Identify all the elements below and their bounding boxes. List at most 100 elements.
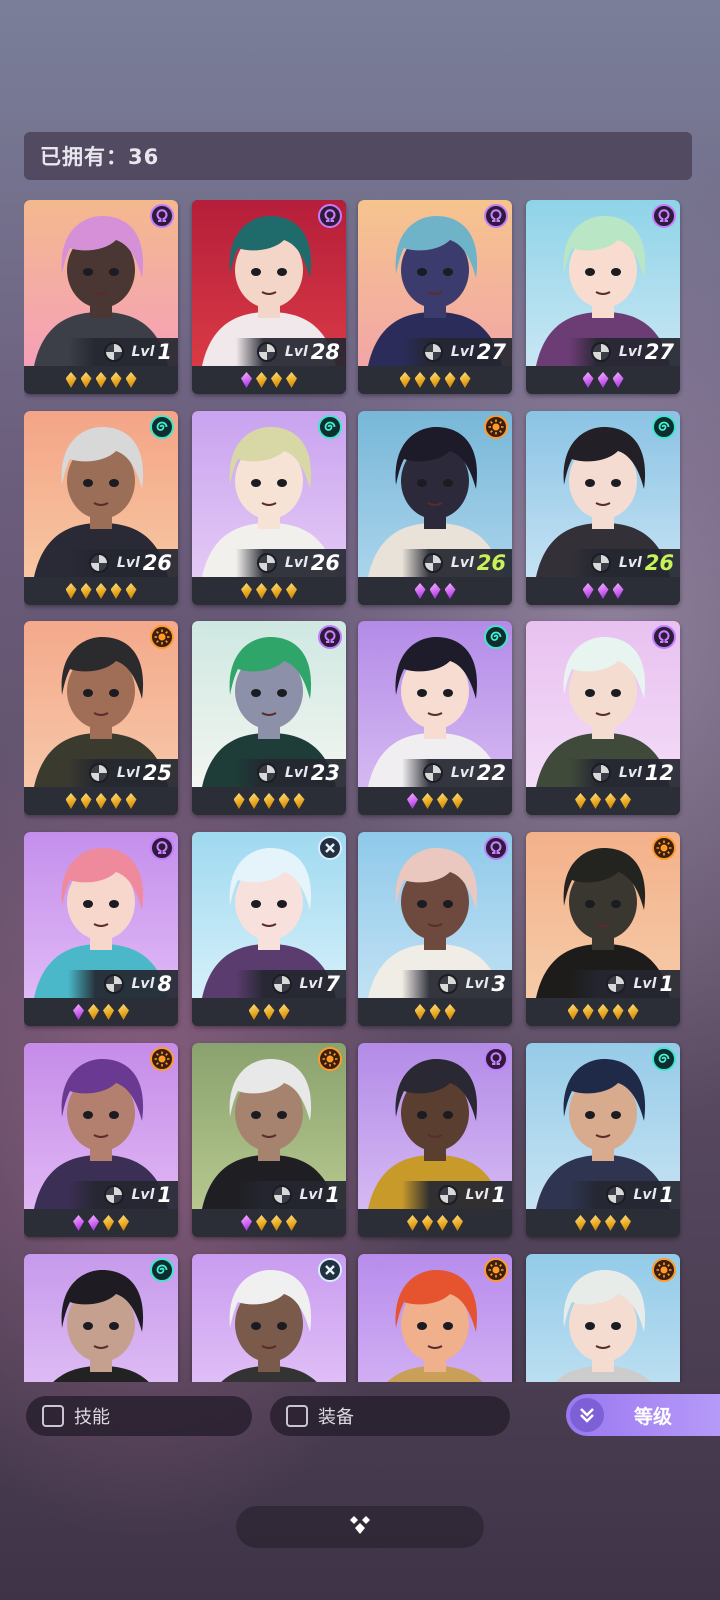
- level-value: 22: [476, 761, 506, 785]
- level-strip: Lvl 28: [236, 338, 346, 366]
- hero-card[interactable]: Lvl 28: [192, 200, 346, 394]
- star-gems: [358, 366, 512, 394]
- sort-by-level-button[interactable]: 等级: [566, 1394, 720, 1436]
- hero-card[interactable]: Lvl 8: [24, 832, 178, 1026]
- level-label: Lvl: [299, 1187, 323, 1203]
- hero-card[interactable]: Lvl 3: [358, 832, 512, 1026]
- level-strip: Lvl 26: [570, 549, 680, 577]
- gold-gem-icon: [271, 1215, 282, 1231]
- level-label: Lvl: [131, 1187, 155, 1203]
- star-gems: [526, 1209, 680, 1237]
- hero-card[interactable]: [24, 1254, 178, 1382]
- star-gems: [192, 998, 346, 1026]
- star-gems: [24, 577, 178, 605]
- hero-card[interactable]: Lvl 1: [526, 1043, 680, 1237]
- hero-card[interactable]: Lvl 1: [24, 1043, 178, 1237]
- hero-card[interactable]: Lvl 27: [358, 200, 512, 394]
- cross-icon: [318, 836, 342, 860]
- star-gems: [24, 366, 178, 394]
- star-gems: [526, 366, 680, 394]
- hero-card[interactable]: Lvl 22: [358, 621, 512, 815]
- level-strip: Lvl 1: [402, 1181, 512, 1209]
- hero-card[interactable]: Lvl 1: [192, 1043, 346, 1237]
- hero-card[interactable]: Lvl 27: [526, 200, 680, 394]
- level-value: 7: [325, 972, 340, 996]
- gold-gem-icon: [95, 793, 107, 809]
- sun-icon: [150, 625, 174, 649]
- gold-gem-icon: [597, 1004, 609, 1020]
- gold-gem-icon: [256, 372, 267, 388]
- star-gems: [192, 1209, 346, 1237]
- level-label: Lvl: [284, 765, 308, 781]
- gold-gem-icon: [414, 372, 426, 388]
- purple-gem-icon: [407, 793, 418, 809]
- level-label: Lvl: [450, 555, 474, 571]
- gold-gem-icon: [118, 1004, 129, 1020]
- equipment-checkbox[interactable]: [286, 1405, 308, 1427]
- level-value: 1: [325, 1183, 340, 1207]
- purple-gem-icon: [241, 372, 252, 388]
- skill-slot-icon: [271, 974, 292, 994]
- omega-icon: [484, 1047, 508, 1071]
- hero-card[interactable]: Lvl 1: [24, 200, 178, 394]
- skill-slot-icon: [88, 553, 109, 573]
- hero-card[interactable]: [358, 1254, 512, 1382]
- gold-gem-icon: [620, 1215, 631, 1231]
- hero-card[interactable]: [192, 1254, 346, 1382]
- gold-gem-icon: [459, 372, 471, 388]
- hero-card[interactable]: Lvl 26: [192, 411, 346, 605]
- gold-gem-icon: [80, 583, 92, 599]
- skill-slot-icon: [422, 763, 443, 783]
- level-value: 1: [157, 1183, 172, 1207]
- level-strip: Lvl 3: [402, 970, 512, 998]
- gold-gem-icon: [422, 793, 433, 809]
- equipment-filter-toggle[interactable]: 装备: [270, 1396, 510, 1436]
- purple-gem-icon: [73, 1215, 84, 1231]
- hero-card[interactable]: Lvl 23: [192, 621, 346, 815]
- gold-gem-icon: [286, 583, 297, 599]
- gold-gem-icon: [125, 793, 137, 809]
- hero-card[interactable]: Lvl 25: [24, 621, 178, 815]
- hero-card[interactable]: Lvl 26: [358, 411, 512, 605]
- hero-card[interactable]: Lvl 26: [24, 411, 178, 605]
- skill-filter-label: 技能: [74, 1407, 110, 1428]
- gold-gem-icon: [437, 793, 448, 809]
- hero-card[interactable]: Lvl 1: [358, 1043, 512, 1237]
- purple-gem-icon: [241, 1215, 252, 1231]
- skill-filter-toggle[interactable]: 技能: [26, 1396, 252, 1436]
- skill-checkbox[interactable]: [42, 1405, 64, 1427]
- level-strip: Lvl 25: [68, 759, 178, 787]
- collapse-button[interactable]: [236, 1506, 484, 1548]
- sort-label: 等级: [634, 1405, 673, 1428]
- level-value: 27: [644, 340, 674, 364]
- hero-card[interactable]: Lvl 26: [526, 411, 680, 605]
- level-value: 1: [659, 972, 674, 996]
- hero-grid[interactable]: Lvl 1 Lvl 28 Lvl 27 Lvl 27 Lvl 26 Lvl 26 Lvl 26 Lvl 26 L…: [24, 200, 692, 1382]
- level-label: Lvl: [450, 765, 474, 781]
- skill-slot-icon: [437, 1185, 458, 1205]
- gold-gem-icon: [263, 1004, 275, 1020]
- gold-gem-icon: [575, 1215, 586, 1231]
- sun-icon: [484, 415, 508, 439]
- gold-gem-icon: [248, 1004, 260, 1020]
- hero-card[interactable]: Lvl 12: [526, 621, 680, 815]
- hero-card[interactable]: Lvl 7: [192, 832, 346, 1026]
- level-label: Lvl: [116, 765, 140, 781]
- gold-gem-icon: [103, 1215, 114, 1231]
- gold-gem-icon: [612, 1004, 624, 1020]
- hero-card[interactable]: [526, 1254, 680, 1382]
- hero-card[interactable]: Lvl 1: [526, 832, 680, 1026]
- skill-slot-icon: [605, 1185, 626, 1205]
- skill-slot-icon: [103, 342, 124, 362]
- gold-gem-icon: [271, 583, 282, 599]
- sun-icon: [652, 836, 676, 860]
- swirl-icon: [652, 1047, 676, 1071]
- sun-icon: [150, 1047, 174, 1071]
- purple-gem-icon: [88, 1215, 99, 1231]
- gold-gem-icon: [452, 793, 463, 809]
- skill-slot-icon: [256, 553, 277, 573]
- swirl-icon: [150, 415, 174, 439]
- level-value: 3: [491, 972, 506, 996]
- level-value: 1: [491, 1183, 506, 1207]
- skill-slot-icon: [271, 1185, 292, 1205]
